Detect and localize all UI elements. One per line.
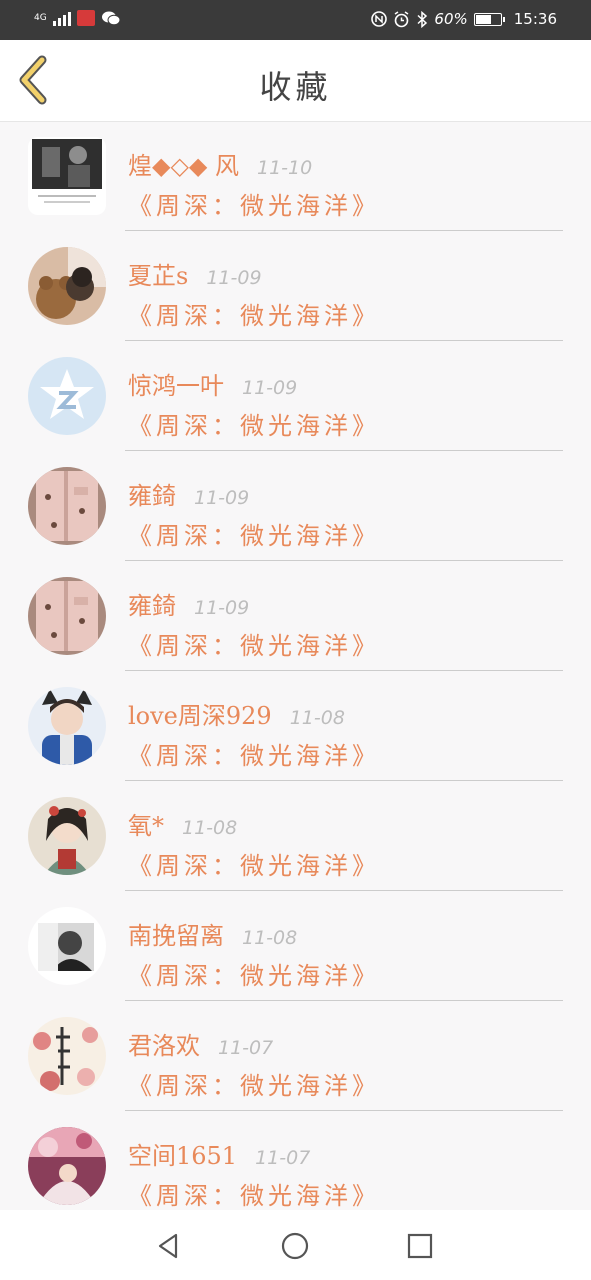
username[interactable]: 君洛欢 bbox=[128, 1026, 200, 1061]
page-title: 收藏 bbox=[259, 68, 332, 106]
user-avatar[interactable] bbox=[28, 467, 106, 545]
username[interactable]: 氧* bbox=[128, 806, 164, 841]
item-header: 空间1651 11-07 bbox=[128, 1136, 310, 1171]
system-nav-bar bbox=[0, 1210, 591, 1280]
favorite-item[interactable]: 雍錡 11-09 《周深：微光海洋》 bbox=[0, 452, 591, 562]
favorite-date: 11-09 bbox=[194, 597, 250, 619]
favorite-date: 11-09 bbox=[206, 267, 262, 289]
favorite-item[interactable]: 夏芷s 11-09 《周深：微光海洋》 bbox=[0, 232, 591, 342]
item-header: 惊鸿一叶 11-09 bbox=[128, 366, 297, 401]
username[interactable]: 夏芷s bbox=[128, 256, 188, 291]
item-header: 雍錡 11-09 bbox=[128, 476, 249, 511]
clock: 15:36 bbox=[513, 10, 557, 28]
favorite-date: 11-07 bbox=[218, 1037, 274, 1059]
user-avatar[interactable] bbox=[28, 687, 106, 765]
divider bbox=[125, 890, 563, 891]
user-avatar[interactable] bbox=[28, 137, 106, 215]
divider bbox=[125, 450, 563, 451]
book-title[interactable]: 《周深：微光海洋》 bbox=[128, 626, 380, 661]
header: 收藏 bbox=[0, 40, 591, 122]
book-title[interactable]: 《周深：微光海洋》 bbox=[128, 406, 380, 441]
favorite-date: 11-09 bbox=[194, 487, 250, 509]
favorite-item[interactable]: 氧* 11-08 《周深：微光海洋》 bbox=[0, 782, 591, 892]
wechat-icon bbox=[101, 11, 121, 26]
network-type: 4G bbox=[34, 12, 47, 23]
divider bbox=[125, 340, 563, 341]
favorite-item[interactable]: 雍錡 11-09 《周深：微光海洋》 bbox=[0, 562, 591, 672]
user-avatar[interactable] bbox=[28, 577, 106, 655]
favorite-item[interactable]: love周深929 11-08 《周深：微光海洋》 bbox=[0, 672, 591, 782]
item-header: 南挽留离 11-08 bbox=[128, 916, 297, 951]
user-avatar[interactable] bbox=[28, 907, 106, 985]
nav-recents-button[interactable] bbox=[402, 1228, 438, 1264]
favorite-date: 11-08 bbox=[242, 927, 298, 949]
favorite-date: 11-07 bbox=[255, 1147, 311, 1169]
username[interactable]: 空间1651 bbox=[128, 1136, 237, 1171]
book-title[interactable]: 《周深：微光海洋》 bbox=[128, 1066, 380, 1101]
user-avatar[interactable] bbox=[28, 797, 106, 875]
book-title[interactable]: 《周深：微光海洋》 bbox=[128, 736, 380, 771]
nav-back-button[interactable] bbox=[151, 1228, 187, 1264]
favorite-date: 11-08 bbox=[289, 707, 345, 729]
username[interactable]: 雍錡 bbox=[128, 586, 176, 621]
user-avatar[interactable] bbox=[28, 247, 106, 325]
book-title[interactable]: 《周深：微光海洋》 bbox=[128, 516, 380, 551]
item-header: 君洛欢 11-07 bbox=[128, 1026, 273, 1061]
divider bbox=[125, 1000, 563, 1001]
favorite-date: 11-10 bbox=[257, 157, 313, 179]
divider bbox=[125, 560, 563, 561]
app-notification-icon bbox=[76, 10, 95, 26]
user-avatar[interactable] bbox=[28, 1017, 106, 1095]
divider bbox=[125, 1110, 563, 1111]
book-title[interactable]: 《周深：微光海洋》 bbox=[128, 1176, 380, 1210]
status-left: 4G bbox=[34, 10, 121, 26]
username[interactable]: 煌◆◇◆ 风 bbox=[128, 146, 239, 181]
favorite-item[interactable]: 南挽留离 11-08 《周深：微光海洋》 bbox=[0, 892, 591, 1002]
network-indicator: 4G bbox=[34, 12, 47, 23]
favorite-item[interactable]: 煌◆◇◆ 风 11-10 《周深：微光海洋》 bbox=[0, 122, 591, 232]
favorite-item[interactable]: 惊鸿一叶 11-09 《周深：微光海洋》 bbox=[0, 342, 591, 452]
item-header: 氧* 11-08 bbox=[128, 806, 237, 841]
favorite-date: 11-08 bbox=[182, 817, 238, 839]
triangle-back-icon bbox=[158, 1233, 178, 1259]
username[interactable]: love周深929 bbox=[128, 696, 272, 731]
item-header: love周深929 11-08 bbox=[128, 696, 345, 731]
book-title[interactable]: 《周深：微光海洋》 bbox=[128, 846, 380, 881]
book-title[interactable]: 《周深：微光海洋》 bbox=[128, 956, 380, 991]
username[interactable]: 南挽留离 bbox=[128, 916, 224, 951]
user-avatar[interactable] bbox=[28, 1127, 106, 1205]
divider bbox=[125, 670, 563, 671]
signal-icon bbox=[52, 10, 71, 26]
book-title[interactable]: 《周深：微光海洋》 bbox=[128, 186, 380, 221]
username[interactable]: 雍錡 bbox=[128, 476, 176, 511]
divider bbox=[125, 230, 563, 231]
status-bar: 4G 60% 15:36 bbox=[0, 0, 591, 40]
bluetooth-icon bbox=[417, 10, 428, 28]
favorites-list: 煌◆◇◆ 风 11-10 《周深：微光海洋》 夏芷s 11-09 《周深：微光海洋》 惊鸿一… bbox=[0, 122, 591, 1210]
divider bbox=[125, 780, 563, 781]
book-title[interactable]: 《周深：微光海洋》 bbox=[128, 296, 380, 331]
battery-icon bbox=[473, 12, 505, 26]
battery-percent: 60% bbox=[434, 10, 468, 28]
status-right: 60% 15:36 bbox=[371, 10, 557, 28]
favorite-item[interactable]: 君洛欢 11-07 《周深：微光海洋》 bbox=[0, 1002, 591, 1112]
favorite-item[interactable]: 空间1651 11-07 《周深：微光海洋》 bbox=[0, 1112, 591, 1210]
item-header: 煌◆◇◆ 风 11-10 bbox=[128, 146, 312, 181]
circle-home-icon bbox=[281, 1232, 309, 1260]
item-header: 夏芷s 11-09 bbox=[128, 256, 262, 291]
nav-home-button[interactable] bbox=[277, 1228, 313, 1264]
nfc-icon bbox=[371, 11, 388, 27]
item-header: 雍錡 11-09 bbox=[128, 586, 249, 621]
alarm-icon bbox=[395, 10, 409, 27]
favorite-date: 11-09 bbox=[242, 377, 298, 399]
user-avatar[interactable] bbox=[28, 357, 106, 435]
username[interactable]: 惊鸿一叶 bbox=[128, 366, 224, 401]
square-recents-icon bbox=[407, 1233, 433, 1259]
